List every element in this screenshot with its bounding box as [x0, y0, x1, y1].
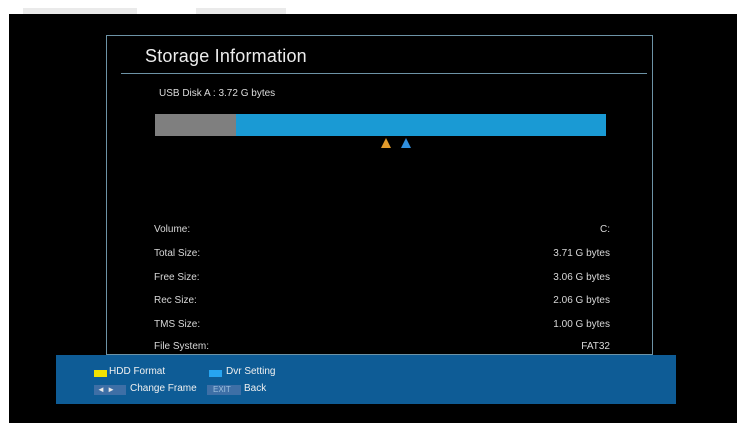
disk-label: USB Disk A : 3.72 G bytes [159, 88, 276, 99]
hdd-format-button[interactable]: HDD Format [109, 366, 165, 377]
info-row-volume: Volume: C: [154, 224, 610, 238]
exit-key-text: EXIT [213, 385, 231, 394]
info-value: 3.06 G bytes [553, 272, 610, 283]
panel-title: Storage Information [145, 46, 307, 66]
info-row-file-system: File System: FAT32 [154, 341, 610, 355]
info-label: Total Size: [154, 248, 201, 259]
info-label: Free Size: [154, 272, 200, 283]
title-divider [121, 73, 647, 74]
top-strip [0, 0, 745, 14]
tv-screen: Storage Information USB Disk A : 3.72 G … [9, 14, 737, 423]
info-row-tms-size: TMS Size: 1.00 G bytes [154, 319, 610, 333]
info-label: File System: [154, 341, 210, 352]
blue-key-icon [209, 370, 222, 377]
info-row-total-size: Total Size: 3.71 G bytes [154, 248, 610, 262]
footer-help-bar: HDD Format Dvr Setting ◄ ► Change Frame … [56, 355, 676, 404]
info-label: Volume: [154, 224, 191, 235]
storage-usage-bar [155, 114, 606, 136]
info-value: 3.71 G bytes [553, 248, 610, 259]
info-value: FAT32 [581, 341, 610, 352]
arrow-keys-text: ◄ ► [97, 385, 116, 394]
storage-used-segment [155, 114, 237, 136]
back-button[interactable]: Back [244, 383, 266, 394]
info-value: 2.06 G bytes [553, 295, 610, 306]
info-value: C: [600, 224, 610, 235]
yellow-key-icon [94, 370, 107, 377]
info-label: Rec Size: [154, 295, 197, 306]
blue-marker-icon [401, 138, 411, 148]
info-row-free-size: Free Size: 3.06 G bytes [154, 272, 610, 286]
dvr-setting-button[interactable]: Dvr Setting [226, 366, 275, 377]
storage-info-panel: Storage Information USB Disk A : 3.72 G … [106, 35, 653, 355]
info-value: 1.00 G bytes [553, 319, 610, 330]
info-row-rec-size: Rec Size: 2.06 G bytes [154, 295, 610, 309]
exit-key-icon: EXIT [207, 385, 241, 395]
arrow-keys-icon: ◄ ► [94, 385, 126, 395]
orange-marker-icon [381, 138, 391, 148]
change-frame-button[interactable]: Change Frame [130, 383, 197, 394]
info-label: TMS Size: [154, 319, 201, 330]
